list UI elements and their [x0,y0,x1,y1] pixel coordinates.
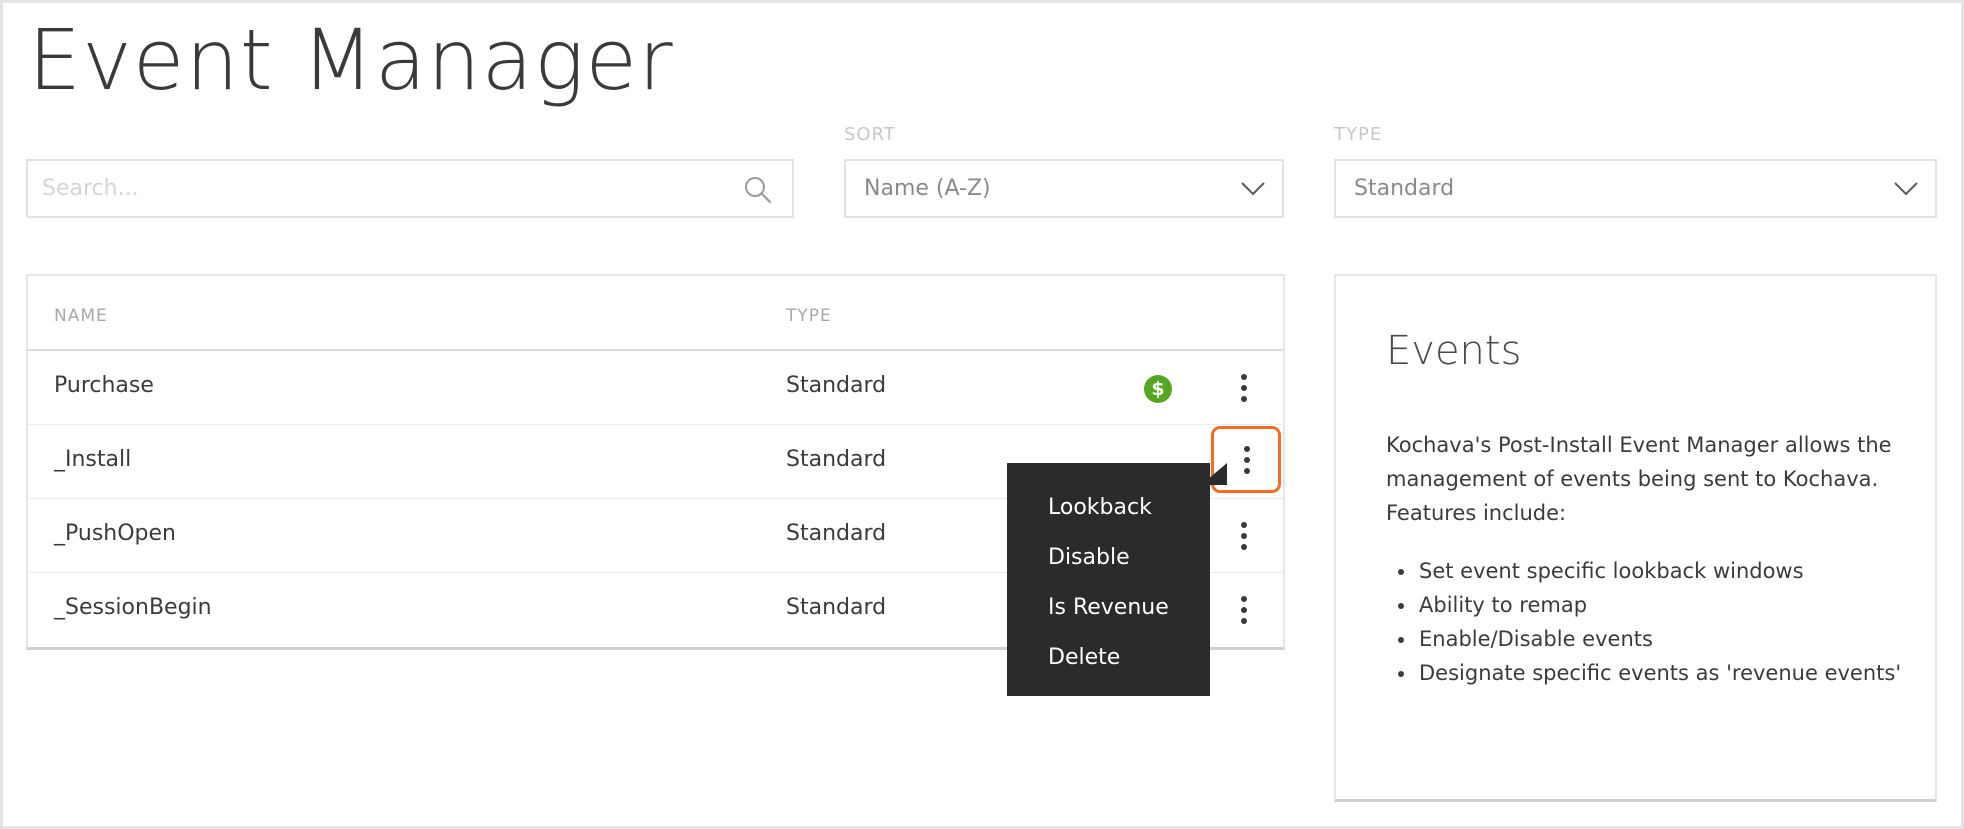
chevron-down-icon [1240,178,1266,202]
more-options-icon[interactable] [1232,372,1256,404]
event-name: Purchase [54,373,154,398]
menu-item-lookback[interactable]: Lookback [1007,483,1210,533]
info-panel-title: Events [1386,328,1522,374]
menu-item-is-revenue[interactable]: Is Revenue [1007,583,1210,633]
menu-item-disable[interactable]: Disable [1007,533,1210,583]
table-row[interactable]: Purchase Standard $ [28,351,1283,425]
search-field[interactable] [26,159,794,218]
list-item: Designate specific events as 'revenue ev… [1386,656,1906,690]
sort-select[interactable]: Name (A-Z) [844,159,1284,218]
column-header-type[interactable]: TYPE [786,306,832,326]
more-options-icon[interactable] [1232,594,1256,626]
more-options-icon[interactable] [1235,444,1259,476]
event-type: Standard [786,373,887,398]
event-name: _Install [54,447,132,472]
info-panel: Events Kochava's Post-Install Event Mana… [1334,274,1937,802]
search-input[interactable] [28,161,792,216]
menu-item-delete[interactable]: Delete [1007,633,1210,683]
revenue-dollar-icon: $ [1144,375,1172,403]
list-item: Set event specific lookback windows [1386,554,1906,588]
list-item: Enable/Disable events [1386,622,1906,656]
sort-select-value: Name (A-Z) [864,176,991,201]
column-header-name[interactable]: NAME [54,306,108,326]
type-label: TYPE [1334,124,1383,145]
search-icon[interactable] [744,176,772,208]
event-type: Standard [786,447,887,472]
more-options-icon[interactable] [1232,520,1256,552]
context-menu: Lookback Disable Is Revenue Delete [1007,463,1210,696]
type-select-value: Standard [1354,176,1455,201]
event-name: _SessionBegin [54,595,212,620]
list-item: Ability to remap [1386,588,1906,622]
info-panel-description: Kochava's Post-Install Event Manager all… [1386,433,1892,525]
feature-list: Set event specific lookback windows Abil… [1386,554,1906,690]
event-type: Standard [786,595,887,620]
chevron-down-icon [1893,178,1919,202]
page-title: Event Manager [28,11,674,109]
sort-label: SORT [844,124,896,145]
event-type: Standard [786,521,887,546]
table-header: NAME TYPE [28,276,1283,351]
event-name: _PushOpen [54,521,176,546]
type-select[interactable]: Standard [1334,159,1937,218]
